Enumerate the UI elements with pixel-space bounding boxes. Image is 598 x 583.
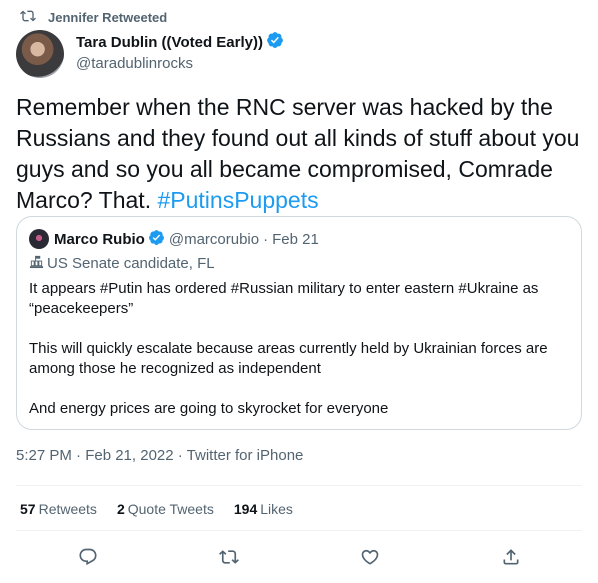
like-button[interactable] — [355, 544, 385, 574]
quotes-count: 2 — [116, 501, 125, 517]
retweet-context-label: Jennifer Retweeted — [48, 9, 168, 25]
heart-icon — [360, 547, 380, 572]
share-button[interactable] — [496, 544, 526, 574]
quote-tweets-stat[interactable]: 2 Quote Tweets — [117, 501, 214, 517]
share-icon — [501, 547, 521, 572]
quoted-paragraph: And energy prices are going to skyrocket… — [29, 400, 389, 417]
meta-separator: · — [263, 230, 269, 248]
divider — [16, 485, 582, 486]
quoted-author-name: Marco Rubio — [54, 230, 145, 248]
verified-badge-icon — [263, 31, 284, 53]
reply-button[interactable] — [73, 544, 103, 574]
engagement-stats: 57 Retweets 2 Quote Tweets 194 Likes — [20, 501, 313, 517]
quoted-tweet[interactable]: Marco Rubio @marcorubio · Feb 21 US Sena… — [16, 216, 582, 430]
quoted-avatar — [29, 229, 49, 249]
avatar[interactable] — [16, 30, 64, 78]
tweet-author: Tara Dublin ((Voted Early)) @taradublinr… — [16, 30, 284, 78]
retweets-count: 57 — [20, 501, 36, 517]
quoted-author-handle: @marcorubio — [168, 230, 260, 248]
quoted-paragraph: This will quickly escalate because areas… — [29, 340, 548, 377]
verified-badge-icon — [145, 229, 169, 250]
tweet-timestamp[interactable]: 5:27 PM · Feb 21, 2022 · Twitter for iPh… — [16, 447, 303, 464]
quoted-tweet-body: It appears #Putin has ordered #Russian m… — [29, 279, 569, 419]
tweet-text: Remember when the RNC server was hacked … — [16, 92, 586, 216]
government-building-icon — [29, 254, 47, 273]
action-bar — [0, 544, 598, 574]
retweet-button[interactable] — [214, 544, 244, 574]
hashtag-link[interactable]: #PutinsPuppets — [157, 187, 318, 213]
likes-stat[interactable]: 194 Likes — [234, 501, 293, 517]
quoted-date: Feb 21 — [272, 230, 319, 248]
author-handle[interactable]: @taradublinrocks — [76, 55, 284, 72]
likes-count: 194 — [233, 501, 258, 517]
author-name[interactable]: Tara Dublin ((Voted Early)) — [76, 34, 263, 51]
account-label-text: US Senate candidate, FL — [47, 254, 215, 272]
retweets-stat[interactable]: 57 Retweets — [20, 501, 97, 517]
retweet-context[interactable]: Jennifer Retweeted — [14, 7, 167, 27]
retweet-icon — [219, 547, 239, 572]
account-label: US Senate candidate, FL — [29, 253, 569, 273]
divider — [16, 530, 582, 531]
quotes-label: Quote Tweets — [127, 501, 214, 517]
retweets-label: Retweets — [38, 501, 97, 517]
quoted-paragraph: It appears #Putin has ordered #Russian m… — [29, 280, 539, 317]
retweet-icon — [14, 8, 48, 27]
likes-label: Likes — [260, 501, 293, 517]
reply-icon — [78, 547, 98, 572]
